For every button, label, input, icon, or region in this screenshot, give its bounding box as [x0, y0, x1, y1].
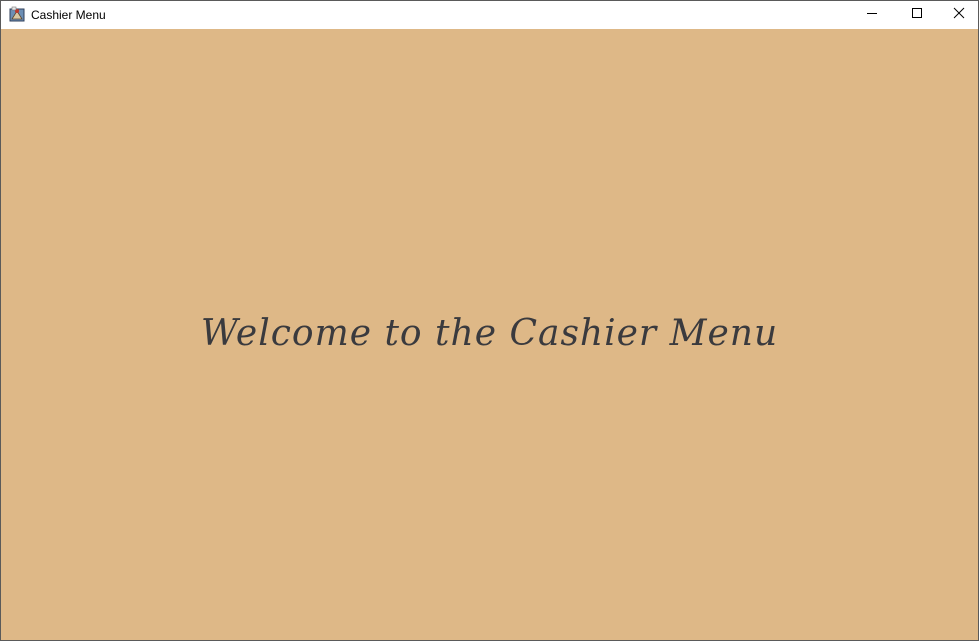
welcome-label: Welcome to the Cashier Menu [200, 313, 779, 354]
close-icon [953, 6, 965, 24]
minimize-button[interactable] [849, 1, 895, 29]
maximize-button[interactable] [894, 1, 940, 29]
cashier-menu-window: Cashier Menu Welcome to the Cashier Menu [0, 0, 979, 641]
java-app-icon [9, 6, 25, 22]
title-bar[interactable]: Cashier Menu [1, 1, 978, 29]
minimize-icon [866, 6, 878, 24]
maximize-icon [911, 6, 923, 24]
window-title: Cashier Menu [31, 8, 106, 22]
content-panel: Welcome to the Cashier Menu [1, 29, 978, 640]
close-button[interactable] [939, 1, 978, 29]
